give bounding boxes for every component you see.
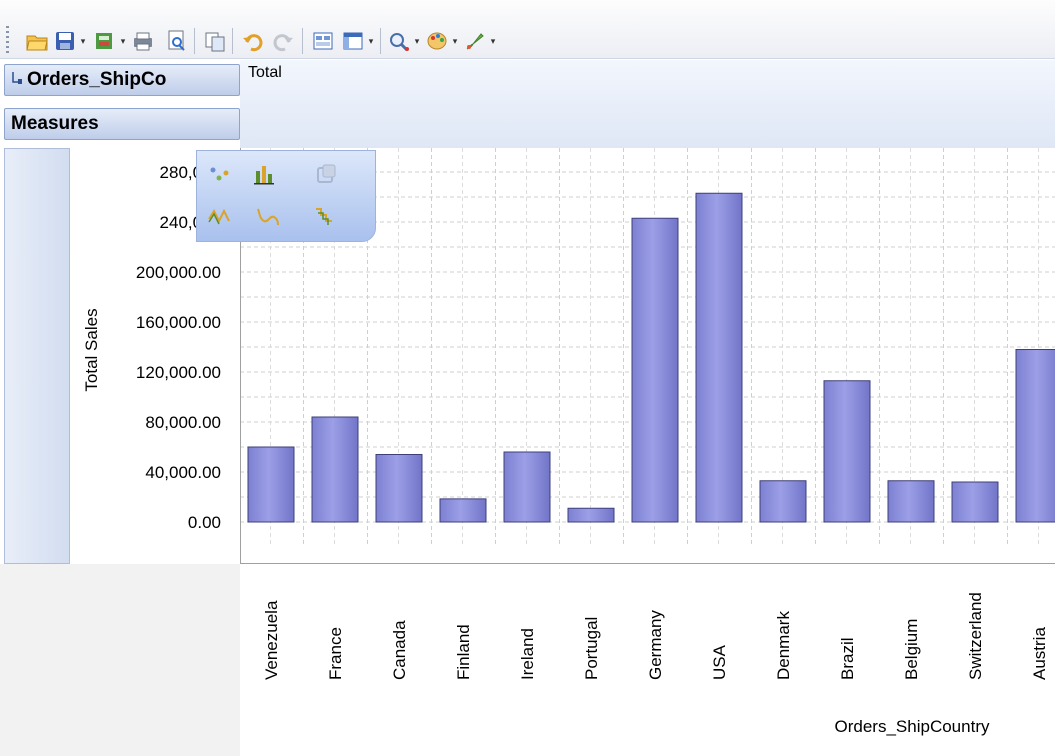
bar-chart-icon[interactable] — [249, 159, 279, 189]
y-tick-label: 120,000.00 — [136, 363, 221, 382]
y-tick-label: 200,000.00 — [136, 263, 221, 282]
x-tick-label: Belgium — [902, 619, 921, 680]
y-axis-title: Total Sales — [82, 308, 101, 391]
x-tick-label: Denmark — [774, 611, 793, 680]
bar-ireland — [503, 451, 551, 523]
bar-denmark — [759, 480, 807, 523]
x-tick-label: Germany — [646, 610, 665, 680]
x-tick-label: Austria — [1030, 627, 1049, 680]
x-tick-label: Canada — [390, 620, 409, 680]
x-tick-label: USA — [710, 644, 729, 680]
x-tick-label: Ireland — [518, 628, 537, 680]
x-axis-title: Orders_ShipCountry — [835, 717, 990, 736]
x-tick-label: Finland — [454, 624, 473, 680]
bar-austria — [1015, 349, 1055, 523]
bar-france — [311, 416, 359, 523]
chart-type-row-1 — [197, 151, 375, 195]
pie-chart-icon[interactable] — [311, 159, 341, 189]
x-tick-label: France — [326, 627, 345, 680]
x-tick-label: Brazil — [838, 637, 857, 680]
y-tick-label: 80,000.00 — [145, 413, 221, 432]
line-chart-icon[interactable] — [205, 201, 235, 231]
y-tick-label: 0.00 — [188, 513, 221, 532]
bar-usa — [695, 192, 743, 523]
x-tick-label: Switzerland — [966, 592, 985, 680]
bar-belgium — [887, 480, 935, 523]
x-tick-label: Venezuela — [262, 600, 281, 680]
bar-chart: 0.00 40,000.00 80,000.00 120,000.00 160,000.… — [82, 148, 1055, 736]
scatter-chart-icon[interactable] — [205, 159, 235, 189]
spline-chart-icon[interactable] — [253, 201, 283, 231]
bar-switzerland — [951, 481, 999, 523]
bar-brazil — [823, 380, 871, 523]
y-tick-label: 160,000.00 — [136, 313, 221, 332]
y-tick-label: 40,000.00 — [145, 463, 221, 482]
bar-portugal — [567, 507, 615, 523]
bar-venezuela — [247, 446, 295, 523]
step-line-chart-icon[interactable] — [311, 201, 341, 231]
chart-type-toolbar — [196, 150, 376, 242]
bar-germany — [631, 217, 679, 523]
bar-finland — [439, 498, 487, 523]
x-tick-label: Portugal — [582, 617, 601, 680]
chart-type-row-2 — [197, 197, 375, 241]
bar-canada — [375, 454, 423, 523]
